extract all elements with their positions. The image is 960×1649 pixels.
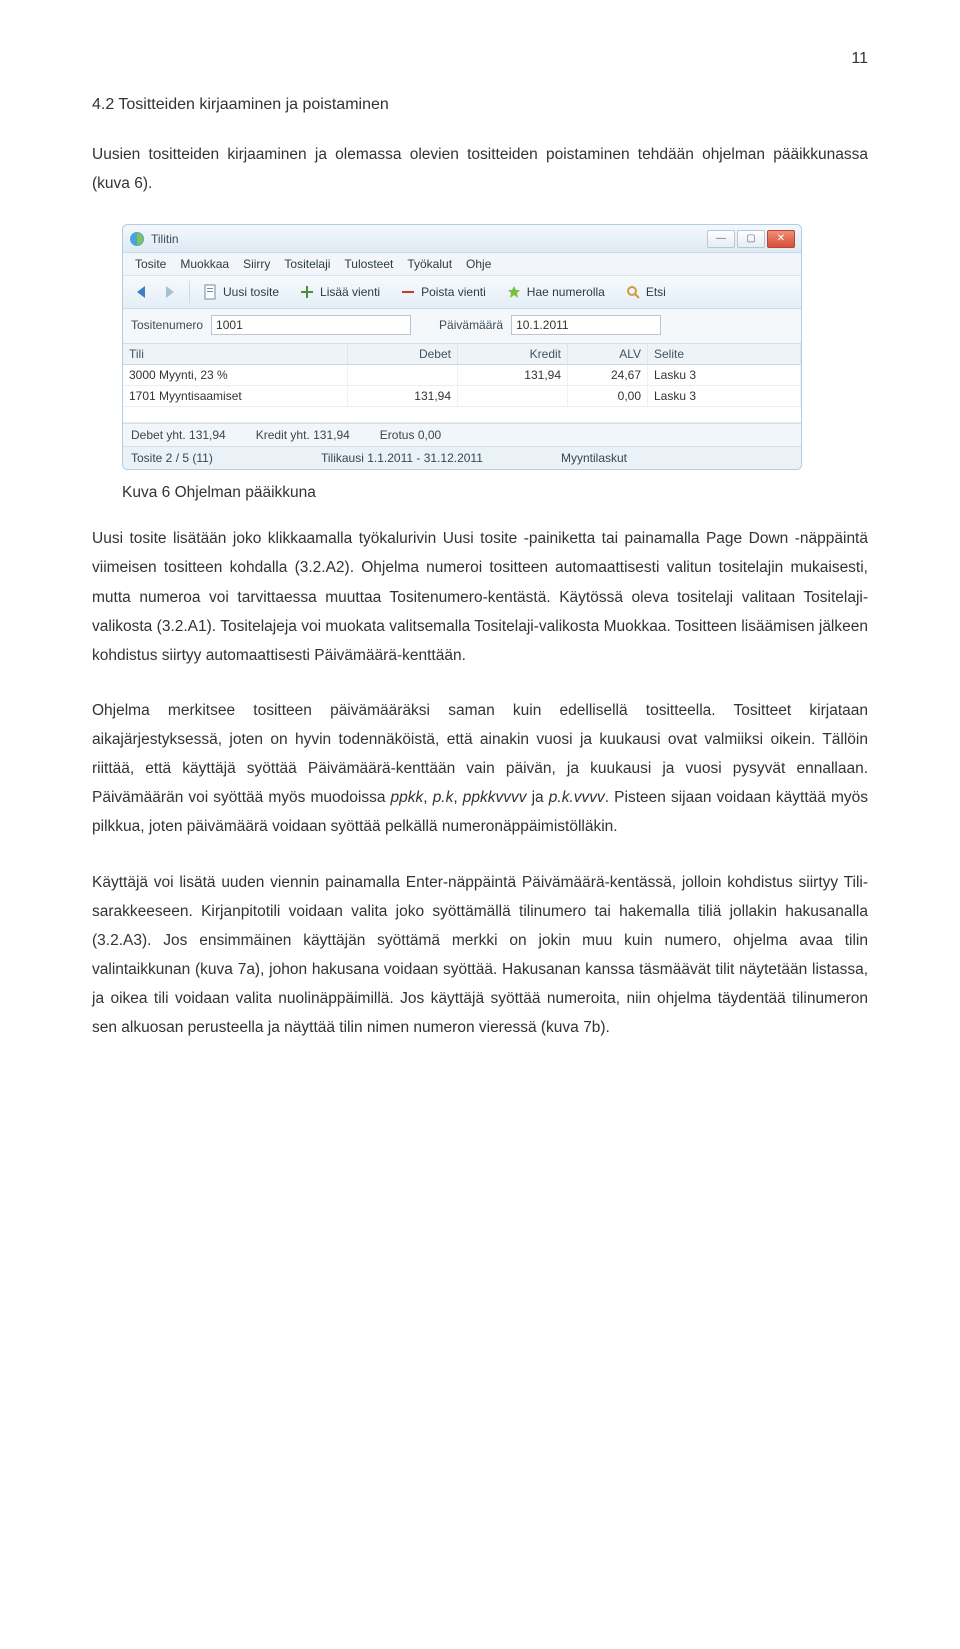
poista-vienti-label: Poista vienti xyxy=(421,285,486,299)
minus-icon xyxy=(400,284,416,300)
hae-numerolla-label: Hae numerolla xyxy=(527,285,605,299)
toolbar: Uusi tosite Lisää vienti Poista vienti H… xyxy=(123,276,801,309)
cell-alv: 24,67 xyxy=(568,365,648,386)
entries-table: Tili Debet Kredit ALV Selite 3000 Myynti… xyxy=(123,344,801,424)
poista-vienti-button[interactable]: Poista vienti xyxy=(392,281,494,303)
kredit-total: Kredit yht. 131,94 xyxy=(256,428,350,442)
menu-muokkaa[interactable]: Muokkaa xyxy=(176,256,233,272)
star-icon xyxy=(506,284,522,300)
uusi-tosite-button[interactable]: Uusi tosite xyxy=(194,281,287,303)
intro-paragraph: Uusien tositteiden kirjaaminen ja olemas… xyxy=(92,140,868,198)
menubar: Tosite Muokkaa Siirry Tositelaji Tuloste… xyxy=(123,253,801,276)
back-button[interactable] xyxy=(129,280,155,304)
paragraph-4: Käyttäjä voi lisätä uuden viennin painam… xyxy=(92,868,868,1043)
cell-kredit xyxy=(458,386,568,407)
window-controls: — ▢ ✕ xyxy=(707,230,795,248)
minimize-button[interactable]: — xyxy=(707,230,735,248)
paragraph-3: Ohjelma merkitsee tositteen päivämääräks… xyxy=(92,696,868,842)
cell-debet: 131,94 xyxy=(348,386,458,407)
figure-caption: Kuva 6 Ohjelman pääikkuna xyxy=(122,484,868,502)
col-debet: Debet xyxy=(348,344,458,365)
window-title: Tilitin xyxy=(151,232,707,246)
tosite-counter: Tosite 2 / 5 (11) xyxy=(131,451,321,465)
caption-label: Kuva 6 xyxy=(122,484,170,501)
table-row[interactable]: 1701 Myyntisaamiset 131,94 0,00 Lasku 3 xyxy=(123,386,801,407)
cell-debet xyxy=(348,365,458,386)
menu-tulosteet[interactable]: Tulosteet xyxy=(340,256,397,272)
page-number: 11 xyxy=(92,50,868,68)
tositenumero-input[interactable] xyxy=(211,315,411,335)
close-button[interactable]: ✕ xyxy=(767,230,795,248)
cell-alv: 0,00 xyxy=(568,386,648,407)
plus-icon xyxy=(299,284,315,300)
p3-text-d: ja xyxy=(527,789,549,806)
table-row[interactable]: 3000 Myynti, 23 % 131,94 24,67 Lasku 3 xyxy=(123,365,801,386)
forward-button[interactable] xyxy=(157,280,183,304)
menu-tositelaji[interactable]: Tositelaji xyxy=(280,256,334,272)
etsi-label: Etsi xyxy=(646,285,666,299)
p3-text-c: , xyxy=(453,789,462,806)
cell-tili: 3000 Myynti, 23 % xyxy=(123,365,348,386)
tilikausi-range: Tilikausi 1.1.2011 - 31.12.2011 xyxy=(321,451,561,465)
menu-tyokalut[interactable]: Työkalut xyxy=(403,256,456,272)
window-titlebar: Tilitin — ▢ ✕ xyxy=(123,225,801,253)
section-heading: 4.2 Tositteiden kirjaaminen ja poistamin… xyxy=(92,96,868,114)
cell-selite: Lasku 3 xyxy=(648,365,801,386)
etsi-button[interactable]: Etsi xyxy=(617,281,674,303)
p3-italic-2: p.k xyxy=(433,789,454,806)
app-icon xyxy=(129,231,145,247)
p3-italic-1: ppkk xyxy=(391,789,424,806)
p3-text-b: , xyxy=(423,789,432,806)
paragraph-2: Uusi tosite lisätään joko klikkaamalla t… xyxy=(92,524,868,670)
col-kredit: Kredit xyxy=(458,344,568,365)
tositelaji-status: Myyntilaskut xyxy=(561,451,793,465)
menu-tosite[interactable]: Tosite xyxy=(131,256,170,272)
form-row: Tositenumero Päivämäärä xyxy=(123,309,801,344)
paivamaara-input[interactable] xyxy=(511,315,661,335)
paivamaara-label: Päivämäärä xyxy=(439,318,503,332)
tositenumero-label: Tositenumero xyxy=(131,318,203,332)
cell-tili: 1701 Myyntisaamiset xyxy=(123,386,348,407)
tilitin-window: Tilitin — ▢ ✕ Tosite Muokkaa Siirry Tosi… xyxy=(122,224,802,470)
menu-ohje[interactable]: Ohje xyxy=(462,256,495,272)
cell-selite: Lasku 3 xyxy=(648,386,801,407)
debet-total: Debet yht. 131,94 xyxy=(131,428,226,442)
erotus-total: Erotus 0,00 xyxy=(380,428,441,442)
col-alv: ALV xyxy=(568,344,648,365)
hae-numerolla-button[interactable]: Hae numerolla xyxy=(498,281,613,303)
empty-row xyxy=(123,407,801,423)
totals-row: Debet yht. 131,94 Kredit yht. 131,94 Ero… xyxy=(123,424,801,447)
search-icon xyxy=(625,284,641,300)
caption-text: Ohjelman pääikkuna xyxy=(170,484,316,501)
col-tili: Tili xyxy=(123,344,348,365)
p3-italic-4: p.k.vvvv xyxy=(549,789,605,806)
table-header: Tili Debet Kredit ALV Selite xyxy=(123,344,801,365)
cell-kredit: 131,94 xyxy=(458,365,568,386)
uusi-tosite-label: Uusi tosite xyxy=(223,285,279,299)
p3-italic-3: ppkkvvvv xyxy=(463,789,527,806)
menu-siirry[interactable]: Siirry xyxy=(239,256,274,272)
separator xyxy=(189,281,190,303)
lisaa-vienti-button[interactable]: Lisää vienti xyxy=(291,281,388,303)
document-icon xyxy=(202,284,218,300)
status-bar: Tosite 2 / 5 (11) Tilikausi 1.1.2011 - 3… xyxy=(123,447,801,469)
col-selite: Selite xyxy=(648,344,801,365)
maximize-button[interactable]: ▢ xyxy=(737,230,765,248)
lisaa-vienti-label: Lisää vienti xyxy=(320,285,380,299)
